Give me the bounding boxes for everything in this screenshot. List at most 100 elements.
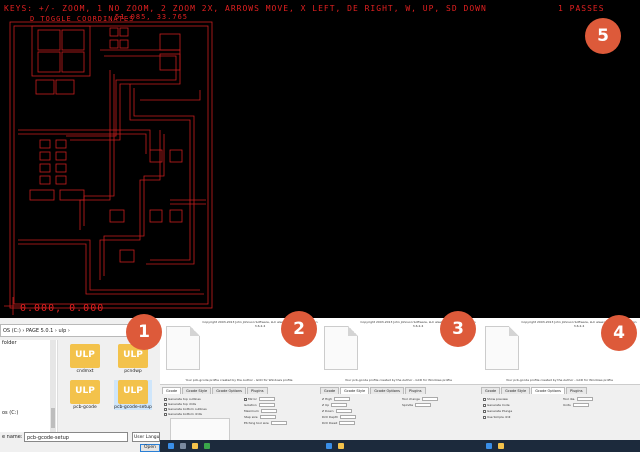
option-row[interactable]: Tool dia. [563,397,594,401]
ulp-file-icon: ULP [70,344,100,368]
ulp-file-icon: ULP [70,380,100,404]
tab-gcode[interactable]: Gcode [481,387,501,394]
keys-help-text: KEYS: +/- ZOOM, 1 NO ZOOM, 2 ZOOM 2X, AR… [4,4,487,13]
option-row[interactable]: Etching tool size [244,421,287,425]
ulp-file-icon: ULP [118,380,148,404]
file-name: cndmxt [76,369,94,374]
tab-plugins[interactable]: Plugins [566,387,587,394]
search-icon[interactable] [180,443,186,449]
tab-gcode-options[interactable]: Gcode Options [531,387,565,394]
value-field[interactable] [335,409,352,413]
file-item[interactable]: ULP cndmxt [66,344,104,374]
tab-gcode-options[interactable]: Gcode Options [212,387,246,394]
option-row[interactable]: Generate bottom outlines [164,407,207,411]
folder-icon[interactable] [338,443,344,449]
value-field[interactable] [421,397,438,401]
checkbox[interactable] [483,409,486,413]
checkbox[interactable] [483,397,486,401]
nav-folder-label: folder [2,340,17,346]
file-item[interactable]: ULP pcb-gcode [66,380,104,410]
windows-start-icon[interactable] [486,443,492,449]
tab-bar: Gcode Gcode Style Gcode Options Plugins [481,387,588,394]
tab-plugins[interactable]: Plugins [247,387,268,394]
value-field[interactable] [577,397,594,401]
checkbox[interactable] [164,402,167,406]
checkbox[interactable] [483,403,486,407]
document-icon [166,326,200,370]
value-field[interactable] [415,403,432,407]
step-badge-2: 2 [281,311,317,347]
value-field[interactable] [270,421,287,425]
value-field[interactable] [572,403,589,407]
option-row[interactable]: Generate bottom drills [164,412,202,416]
value-field[interactable] [258,397,275,401]
checkbox[interactable] [483,415,486,419]
app-icon[interactable] [204,443,210,449]
file-item-selected[interactable]: ULP pcb-gcode-setup [114,380,152,410]
option-row[interactable]: Z Down [322,409,352,413]
gcode-preview-viewer[interactable]: KEYS: +/- ZOOM, 1 NO ZOOM, 2 ZOOM 2X, AR… [0,0,640,318]
file-name-label: e name: [2,434,23,440]
option-row[interactable]: Drill Depth [322,415,357,419]
file-name: pcndwp [124,369,142,374]
cursor-coords: 51.085, 33.765 [115,13,189,21]
windows-start-icon[interactable] [168,443,174,449]
option-row[interactable]: Generate Code [483,403,510,407]
option-row[interactable]: Generate top outlines [164,397,201,401]
windows-start-icon[interactable] [326,443,332,449]
dialog-body: Gcode Gcode Style Gcode Options Plugins … [318,384,479,440]
tab-gcode[interactable]: Gcode [162,387,182,394]
folder-icon[interactable] [192,443,198,449]
option-row[interactable]: Show preview [483,397,508,401]
value-field[interactable] [333,397,350,401]
dialog-body: Gcode Gcode Style Gcode Options Plugins … [479,384,640,440]
option-row[interactable]: Use Simple drill [483,415,510,419]
tab-bar: Gcode Gcode Style Gcode Options Plugins [162,387,269,394]
option-row[interactable]: Units [563,403,589,407]
option-row[interactable]: Mirror [244,397,275,401]
taskbar [160,440,640,452]
document-icon [324,326,358,370]
option-row[interactable]: Generate top drills [164,402,196,406]
checkbox[interactable] [164,412,167,416]
option-row[interactable]: Maximum [244,409,277,413]
nav-scrollbar-thumb[interactable] [51,408,55,428]
pcb-trace-drawing [4,21,213,315]
tab-gcode[interactable]: Gcode [320,387,340,394]
tab-gcode-style[interactable]: Gcode Style [182,387,212,394]
option-row[interactable]: Step size [244,415,276,419]
open-button[interactable]: Open [140,444,160,452]
option-row[interactable]: Z Up [322,403,348,407]
checkbox[interactable] [164,407,167,411]
value-field[interactable] [339,421,356,425]
nav-drive-label[interactable]: os (C:) [2,410,18,416]
value-field[interactable] [331,403,348,407]
checkbox[interactable] [164,397,167,401]
document-icon [485,326,519,370]
option-row[interactable]: Generate Plunge [483,409,512,413]
passes-count: 1 PASSES [558,4,605,13]
tab-bar: Gcode Gcode Style Gcode Options Plugins [320,387,427,394]
folder-icon[interactable] [498,443,504,449]
option-row[interactable]: Drill Dwell [322,421,356,425]
value-field[interactable] [259,415,276,419]
option-row[interactable]: Isolation [244,403,275,407]
step-badge-4: 4 [601,315,637,351]
tab-gcode-style[interactable]: Gcode Style [340,387,370,394]
profile-text: Your pcb-gcode profile created by the Au… [345,378,452,382]
value-field[interactable] [340,415,357,419]
option-row[interactable]: Spindle [402,403,432,407]
checkbox[interactable] [244,397,247,401]
value-field[interactable] [260,409,277,413]
step-badge-1: 1 [126,314,162,350]
value-field[interactable] [258,403,275,407]
option-row[interactable]: Tool change [402,397,438,401]
tab-gcode-options[interactable]: Gcode Options [370,387,404,394]
option-row[interactable]: Z High [322,397,350,401]
tab-plugins[interactable]: Plugins [405,387,426,394]
file-name-input[interactable]: pcb-gcode-setup [24,432,128,442]
file-name: pcb-gcode-setup [114,405,152,410]
file-type-select[interactable]: User Language [132,432,160,442]
file-name: pcb-gcode [73,405,97,410]
tab-gcode-style[interactable]: Gcode Style [501,387,531,394]
